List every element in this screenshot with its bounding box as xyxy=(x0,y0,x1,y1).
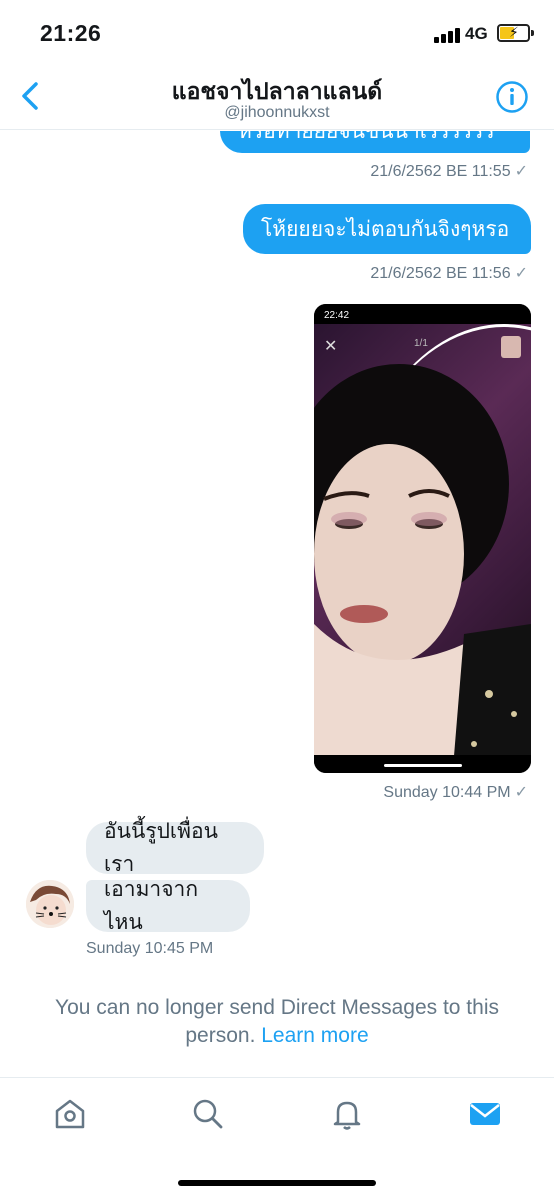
home-icon[interactable] xyxy=(52,1096,88,1132)
search-icon[interactable] xyxy=(190,1096,226,1132)
home-indicator xyxy=(178,1180,376,1186)
dm-restricted-notice: You can no longer send Direct Messages t… xyxy=(20,994,534,1050)
info-icon[interactable] xyxy=(495,80,529,114)
message-text: อันนี้รูปเพื่อนเรา xyxy=(104,820,218,876)
sent-check-icon: ✓ xyxy=(514,265,528,282)
photo-thumbnail xyxy=(501,336,521,358)
timestamp-text: 21/6/2562 BE 11:56 xyxy=(370,265,511,282)
message-bubble-incoming[interactable]: อันนี้รูปเพื่อนเรา xyxy=(86,820,264,876)
message-timestamp: 21/6/2562 BE 11:55 ✓ xyxy=(370,161,528,181)
portrait-image xyxy=(314,364,531,756)
timestamp-text: 21/6/2562 BE 11:55 xyxy=(370,163,511,180)
learn-more-link[interactable]: Learn more xyxy=(261,1024,368,1047)
message-timestamp: 21/6/2562 BE 11:56 ✓ xyxy=(370,263,528,283)
signal-icon xyxy=(434,27,460,43)
battery-icon: ⚡ xyxy=(497,24,534,42)
sent-check-icon: ✓ xyxy=(514,784,528,801)
message-timestamp: Sunday 10:44 PM ✓ xyxy=(383,782,528,802)
status-time: 21:26 xyxy=(40,20,102,46)
message-text: หรือทำยยยจนขนนาเรรรรรร xyxy=(238,131,495,143)
message-text: โห้ยยยจะไม่ตอบกันจิงๆหรอ xyxy=(261,217,510,241)
conversation-header: แอชจาไปลาลาแลนด์ @jihoonnukxst xyxy=(0,62,554,130)
message-bubble-incoming[interactable]: เอามาจากไหน xyxy=(86,878,250,934)
message-timestamp: Sunday 10:45 PM xyxy=(86,940,214,957)
photo-status-bar: 22:42 xyxy=(314,304,531,324)
network-label: 4G xyxy=(465,24,488,43)
photo-message[interactable]: 22:42 ✕ 1/1 xyxy=(314,304,531,773)
photo-close-icon: ✕ xyxy=(324,338,338,355)
status-bar: 21:26 4G ⚡ xyxy=(0,0,554,62)
sender-avatar[interactable] xyxy=(26,880,74,928)
photo-status-time: 22:42 xyxy=(324,310,350,321)
photo-home-indicator xyxy=(384,764,462,767)
message-bubble-outgoing[interactable]: หรือทำยยยจนขนนาเรรรรรร xyxy=(220,131,530,153)
message-bubble-outgoing[interactable]: โห้ยยยจะไม่ตอบกันจิงๆหรอ xyxy=(243,204,531,254)
timestamp-text: Sunday 10:44 PM xyxy=(383,784,511,801)
messages-icon[interactable] xyxy=(467,1096,503,1132)
message-text: เอามาจากไหน xyxy=(104,878,199,934)
sent-check-icon: ✓ xyxy=(514,163,528,180)
notifications-icon[interactable] xyxy=(329,1096,365,1132)
photo-counter: 1/1 xyxy=(414,338,428,349)
conversation-handle: @jihoonnukxst xyxy=(224,104,330,121)
